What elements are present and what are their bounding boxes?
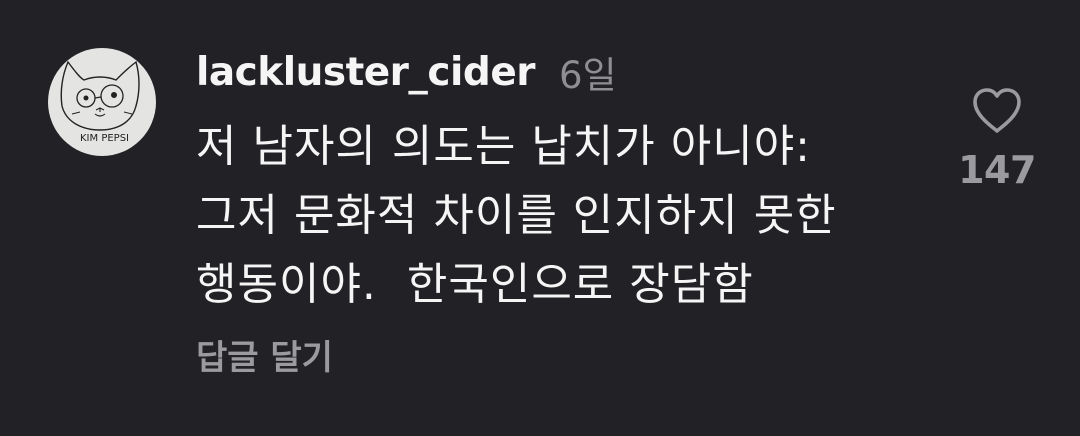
comment-line: 그저 문화적 차이를 인지하지 못한 [196,190,837,241]
comment-text: 저 남자의 의도는 납치가 아니야: 그저 문화적 차이를 인지하지 못한 행동… [196,112,936,319]
timestamp: 6일 [559,54,617,97]
heart-outline-icon[interactable] [970,86,1024,136]
comment-line: 행동이야. 한국인으로 장담함 [196,259,754,310]
comment-line: 저 남자의 의도는 납치가 아니야: [196,121,812,172]
avatar-signature: KIM PEPSI [80,133,129,144]
comment-item: KIM PEPSI lackluster_cider 6일 저 남자의 의도는 … [0,0,1080,436]
like-count: 147 [958,148,1036,192]
avatar[interactable]: KIM PEPSI [48,48,156,156]
reply-button[interactable]: 답글 달기 [196,332,333,384]
cat-drawing-icon: KIM PEPSI [60,60,140,144]
username-link[interactable]: lackluster_cider [196,50,536,95]
comment-header: lackluster_cider 6일 [196,44,617,100]
